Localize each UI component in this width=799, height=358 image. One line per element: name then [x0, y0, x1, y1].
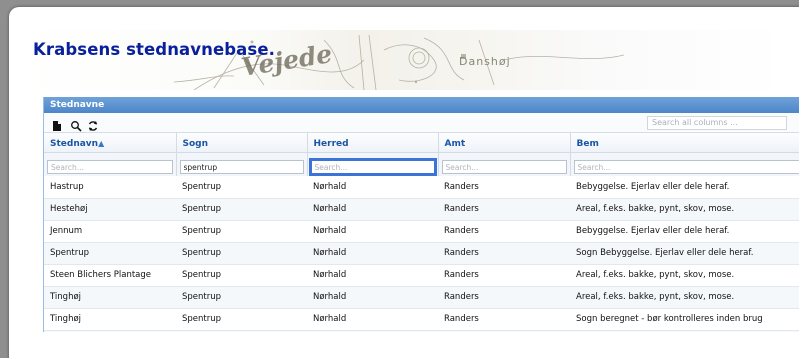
map-background-image [173, 34, 625, 90]
filter-input-sogn[interactable] [179, 160, 304, 174]
filter-cell [570, 152, 799, 176]
cell-bem: Bebyggelse. [570, 330, 799, 332]
cell-herred: Nørhald [307, 242, 438, 265]
cell-amt: Randers [438, 330, 570, 332]
cell-stednavn: Steen Blichers Plantage [44, 264, 176, 287]
table-row[interactable]: Hestehøj Spentrup Nørhald Randers Areal, f.e… [44, 198, 799, 221]
cell-stednavn: Hastrup [44, 176, 176, 199]
column-header-amt[interactable]: Amt [438, 133, 571, 153]
cell-bem: Areal, f.eks. bakke, pynt, skov, mose. [570, 286, 799, 309]
cell-stednavn: Tinghøj [44, 308, 176, 331]
magnifier-icon[interactable] [70, 117, 82, 132]
cell-amt: Randers [438, 264, 570, 287]
sort-ascending-icon: ▲ [98, 138, 105, 148]
cell-sogn: Spentrup [176, 308, 307, 331]
stednavne-grid-panel: Stednavne Search all columns ... Stednav… [43, 97, 799, 332]
cell-amt: Randers [438, 176, 570, 199]
cell-sogn: Spentrup [176, 264, 307, 287]
cell-herred: Nørhald [307, 176, 438, 199]
filter-input-stednavn[interactable] [47, 160, 173, 174]
cell-sogn: Spentrup [176, 286, 307, 309]
table-row[interactable]: Jennum Spentrup Nørhald Randers Bebyggelse. … [44, 220, 799, 243]
cell-bem: Sogn beregnet - bør kontrolleres inden b… [570, 308, 799, 331]
cell-herred: Nørhald [307, 220, 438, 243]
header-row: Stednavn▲ Sogn Herred Amt Bem [44, 133, 799, 153]
cell-stednavn: Spentrup [44, 242, 176, 265]
filter-input-herred[interactable] [308, 158, 437, 176]
cell-bem: Areal, f.eks. bakke, pynt, skov, mose. [570, 264, 799, 287]
cell-herred: Nørhald [307, 286, 438, 309]
cell-amt: Randers [438, 198, 570, 221]
filter-input-bem[interactable] [573, 160, 799, 174]
cell-herred: Nørhald [307, 308, 438, 331]
cell-stednavn: Hestehøj [44, 198, 176, 221]
cell-amt: Randers [438, 242, 570, 265]
column-header-sogn[interactable]: Sogn [176, 133, 308, 153]
filter-cell [176, 152, 308, 176]
cell-bem: Sogn Bebyggelse. Ejerlav eller dele hera… [570, 242, 799, 265]
column-label: Bem [576, 138, 599, 149]
cell-bem: Bebyggelse. Ejerlav eller dele heraf. [570, 176, 799, 199]
stednavne-table: Stednavn▲ Sogn Herred Amt Bem HastrupSpe… [44, 133, 799, 332]
filter-row [44, 152, 799, 176]
cell-sogn: Spentrup [176, 330, 307, 332]
cell-stednavn: Vejlager [44, 330, 176, 332]
site-title: Krabsens stednavnebase. [33, 40, 276, 59]
column-label: Stednavn [50, 138, 99, 149]
cell-herred: Nørhald [307, 330, 438, 332]
cell-bem: Areal, f.eks. bakke, pynt, skov, mose. [570, 198, 799, 221]
cell-amt: Randers [438, 286, 570, 309]
cell-sogn: Spentrup [176, 242, 307, 265]
cell-sogn: Spentrup [176, 220, 307, 243]
cell-stednavn: Jennum [44, 220, 176, 243]
filter-cell [44, 152, 177, 176]
cell-sogn: Spentrup [176, 176, 307, 199]
grid-toolbar: Search all columns ... [44, 113, 799, 133]
new-document-icon[interactable] [51, 117, 63, 131]
cell-amt: Randers [438, 308, 570, 331]
column-label: Sogn [182, 138, 209, 149]
cell-sogn: Spentrup [176, 198, 307, 221]
cell-amt: Randers [438, 220, 570, 243]
search-all-columns-input[interactable]: Search all columns ... [647, 116, 787, 130]
cell-stednavn: Tinghøj [44, 286, 176, 309]
table-row[interactable]: Tinghøj Spentrup Nørhald Randers Sogn beregn… [44, 308, 799, 331]
map-banner [24, 30, 784, 90]
column-header-bem[interactable]: Bem [570, 133, 799, 153]
filter-cell [438, 152, 571, 176]
table-row[interactable]: Steen Blichers Plantage Spentrup Nørhald Ra… [44, 264, 799, 287]
filter-input-amt[interactable] [441, 160, 567, 174]
table-row[interactable]: Hastrup Spentrup Nørhald Randers Bebyggelse.… [44, 176, 799, 199]
panel-title: Stednavne [44, 97, 799, 113]
table-row[interactable]: Tinghøj Spentrup Nørhald Randers Areal, f.ek… [44, 286, 799, 309]
cell-herred: Nørhald [307, 198, 438, 221]
map-text-danshoj: Danshøj [459, 55, 511, 68]
table-row[interactable]: VejlagerSpentrupNørhaldRandersBebyggelse… [44, 330, 799, 332]
cell-herred: Nørhald [307, 264, 438, 287]
cell-bem: Bebyggelse. Ejerlav eller dele heraf. [570, 220, 799, 243]
column-label: Herred [313, 138, 349, 149]
table-row[interactable]: Spentrup Spentrup Nørhald Randers Sogn Bebyg… [44, 242, 799, 265]
filter-cell [307, 152, 439, 176]
column-header-stednavn[interactable]: Stednavn▲ [44, 133, 177, 153]
column-header-herred[interactable]: Herred [307, 133, 439, 153]
refresh-icon[interactable] [87, 117, 99, 131]
column-label: Amt [444, 138, 466, 149]
